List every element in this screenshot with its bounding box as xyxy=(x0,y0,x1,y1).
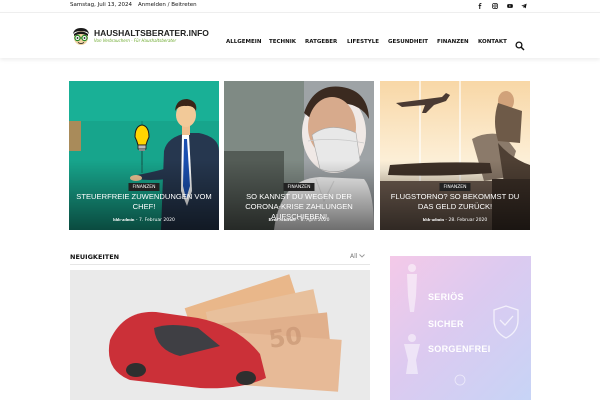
search-icon[interactable] xyxy=(515,36,525,51)
logo-title: HAUSHALTSBERATER.INFO xyxy=(94,28,209,38)
card-date: 8. April 2020 xyxy=(300,218,330,223)
instagram-icon[interactable] xyxy=(491,2,499,10)
site-header: HAUSHALTSBERATER.INFO Von Verbrauchern -… xyxy=(0,12,600,58)
article-image[interactable]: 50 xyxy=(70,270,370,400)
featured-card[interactable]: FINANZEN Steuerfreie Zuwendungen vom Che… xyxy=(69,81,219,230)
youtube-icon[interactable] xyxy=(506,2,514,10)
card-date: 28. Februar 2020 xyxy=(448,218,488,223)
category-badge[interactable]: FINANZEN xyxy=(439,183,471,191)
card-meta: René Schirner - 8. April 2020 xyxy=(268,217,330,223)
card-meta: hhb-admin - 28. Februar 2020 xyxy=(422,217,488,223)
section-title: NEUIGKEITEN xyxy=(70,253,120,261)
nav-item-finanzen[interactable]: FINANZEN xyxy=(437,39,469,45)
card-meta: hhb-admin - 7. Februar 2020 xyxy=(113,217,175,223)
category-badge[interactable]: FINANZEN xyxy=(283,183,315,191)
sidebar-ad-banner[interactable]: SERIÖS SICHER SORGENFREI xyxy=(390,256,531,400)
nav-item-ratgeber[interactable]: RATGEBER xyxy=(305,39,337,45)
telegram-icon[interactable] xyxy=(520,2,528,10)
section-divider xyxy=(70,264,370,265)
ad-word: SORGENFREI xyxy=(428,344,491,354)
nav-item-gesundheit[interactable]: GESUNDHEIT xyxy=(388,39,428,45)
chevron-down-icon xyxy=(359,254,366,258)
featured-card[interactable]: FINANZEN So kannst du wegen der Corona-K… xyxy=(224,81,374,230)
nav-item-technik[interactable]: TECHNIK xyxy=(269,39,296,45)
nav-item-kontakt[interactable]: KONTAKT xyxy=(478,39,507,45)
category-badge[interactable]: FINANZEN xyxy=(128,183,160,191)
facebook-icon[interactable] xyxy=(476,2,484,10)
card-date: 7. Februar 2020 xyxy=(138,218,175,223)
top-bar: Samstag, Juli 13, 2024 Anmelden / Beitre… xyxy=(0,0,600,12)
nav-item-allgemein[interactable]: ALLGEMEIN xyxy=(226,39,261,45)
car-money-image: 50 xyxy=(70,270,370,400)
card-title[interactable]: Flugstorno? So bekommst du das Geld zurü… xyxy=(384,192,526,212)
logo-face-icon xyxy=(73,28,89,45)
card-author[interactable]: hhb-admin xyxy=(113,217,134,222)
filter-dropdown[interactable]: All xyxy=(350,253,366,260)
site-logo[interactable]: HAUSHALTSBERATER.INFO Von Verbrauchern -… xyxy=(70,26,209,48)
nav-item-lifestyle[interactable]: LIFESTYLE xyxy=(347,39,379,45)
featured-card[interactable]: FINANZEN Flugstorno? So bekommst du das … xyxy=(380,81,530,230)
login-link[interactable]: Anmelden / Beitreten xyxy=(138,2,197,8)
card-author[interactable]: hhb-admin xyxy=(423,217,444,222)
ad-word: SERIÖS xyxy=(428,292,464,302)
ad-word: SICHER xyxy=(428,319,464,329)
filter-label: All xyxy=(350,253,358,260)
logo-subtitle: Von Verbrauchern - Für Haushaltsberater xyxy=(94,38,177,43)
card-title[interactable]: Steuerfreie Zuwendungen vom Chef! xyxy=(73,192,215,212)
card-author[interactable]: René Schirner xyxy=(268,217,296,222)
current-date: Samstag, Juli 13, 2024 xyxy=(70,2,133,8)
